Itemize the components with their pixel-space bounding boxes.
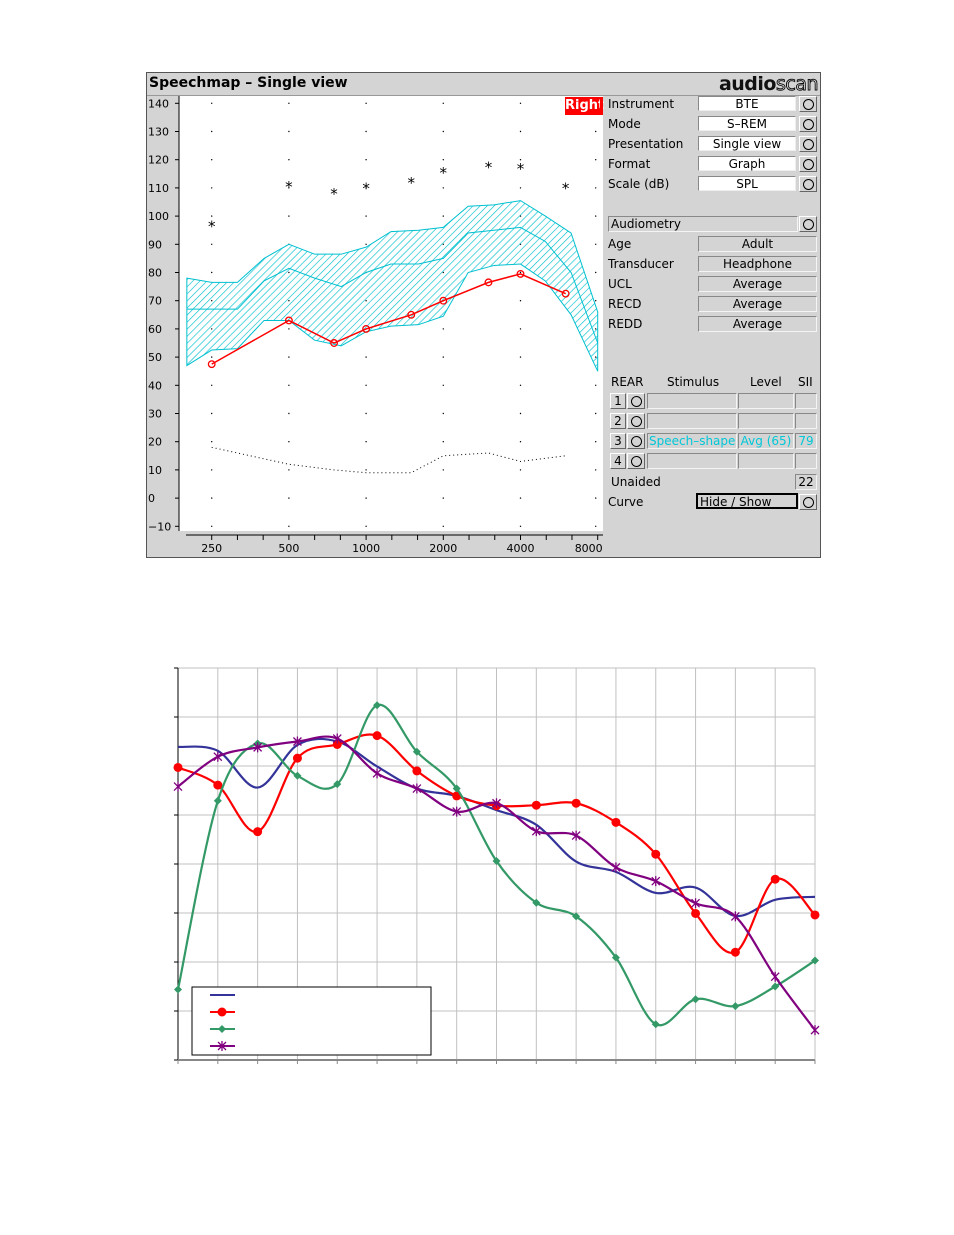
legend-box <box>191 986 432 1056</box>
series-4-point <box>372 768 382 779</box>
series-2-point <box>372 731 382 741</box>
series-2-point <box>651 849 661 859</box>
series-2-point <box>253 827 263 837</box>
series-2-point <box>412 766 422 776</box>
series-2-point <box>730 947 740 957</box>
series-2-point <box>173 762 183 772</box>
series-4-point <box>810 1025 820 1036</box>
comparison-chart <box>173 667 820 1064</box>
series-4-point <box>173 781 183 792</box>
series-3-point <box>691 995 700 1004</box>
series-2-point <box>571 798 581 808</box>
series-4-point <box>213 751 223 762</box>
series-2-point <box>213 780 223 790</box>
series-2-point <box>770 874 780 884</box>
legend-marker-2 <box>217 1007 227 1017</box>
series-2-point <box>691 908 701 918</box>
series-4-point <box>611 862 621 873</box>
series-3-point <box>731 1002 740 1011</box>
series-2-point <box>531 800 541 810</box>
series-3-point <box>213 796 222 805</box>
document-page: Speechmap – Single view audioscan 140 130… <box>0 0 954 1235</box>
series-2-point <box>611 817 621 827</box>
series-2-point <box>810 910 820 920</box>
series-3-point <box>174 985 182 994</box>
series-2-point <box>292 753 302 763</box>
series-4-point <box>770 971 780 982</box>
